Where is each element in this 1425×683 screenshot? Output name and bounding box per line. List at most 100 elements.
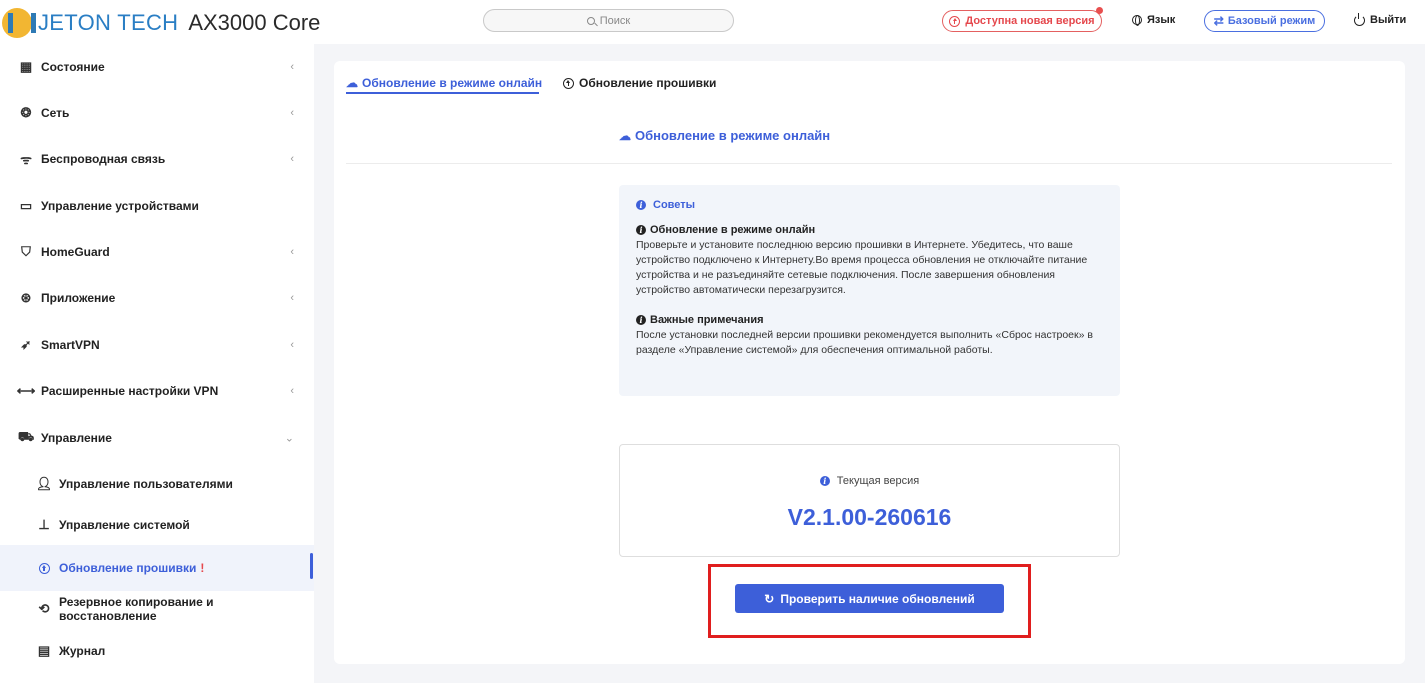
sidebar-item-applications[interactable]: ⊛ Приложение ‹ — [0, 275, 314, 321]
chevron-left-icon: ‹ — [290, 61, 294, 73]
chevron-left-icon: ‹ — [290, 153, 294, 165]
tip-title: i Обновление в режиме онлайн — [636, 224, 1103, 236]
device-model: AX3000 Core — [188, 10, 321, 35]
sidebar-item-firmware-update[interactable]: Обновление прошивки ! — [0, 545, 314, 591]
language-label: Язык — [1147, 14, 1176, 26]
sidebar-item-wireless[interactable]: ᯤ Беспроводная связь ‹ — [0, 136, 314, 182]
network-icon: ❂ — [20, 105, 32, 120]
sidebar-item-management[interactable]: ⛟ Управление ⌄ — [0, 415, 314, 461]
sidebar-item-label: Обновление прошивки — [59, 561, 197, 575]
sidebar-item-label: Беспроводная связь — [41, 152, 166, 166]
current-version-value: V2.1.00-260616 — [787, 504, 952, 530]
tips-box: i Советы i Обновление в режиме онлайн Пр… — [619, 185, 1120, 396]
user-icon: 👤︎ — [35, 476, 53, 491]
active-indicator — [310, 553, 313, 579]
sidebar-item-label: Управление пользователями — [59, 477, 233, 491]
power-icon — [1354, 12, 1365, 26]
sidebar-item-homeguard[interactable]: ⛉ HomeGuard ‹ — [0, 229, 314, 275]
info-icon: i — [819, 476, 830, 486]
chevron-left-icon: ‹ — [290, 107, 294, 119]
sidebar-item-label: Журнал — [59, 644, 106, 658]
sidebar-item-advanced-vpn[interactable]: ⟷ Расширенные настройки VPN ‹ — [0, 368, 314, 414]
sidebar-item-label: Состояние — [41, 60, 105, 74]
refresh-icon: ↻ — [764, 591, 775, 606]
upgrade-icon — [949, 15, 961, 27]
tab-firmware-update[interactable]: Обновление прошивки — [563, 71, 716, 95]
sidebar-item-label: SmartVPN — [41, 338, 100, 352]
restore-icon: ⟲ — [38, 601, 50, 616]
tab-label: Обновление в режиме онлайн — [362, 76, 543, 90]
upgrade-icon — [563, 77, 574, 89]
sidebar-item-device-management[interactable]: ▭ Управление устройствами — [0, 183, 314, 229]
chevron-left-icon: ‹ — [290, 339, 294, 351]
info-icon: i — [636, 225, 646, 235]
divider — [346, 163, 1392, 164]
sidebar-item-smartvpn[interactable]: ➶ SmartVPN ‹ — [0, 322, 314, 368]
logo-icon — [2, 8, 36, 38]
rocket-icon: ➶ — [20, 337, 32, 352]
sidebar-item-label: Приложение — [41, 291, 116, 305]
info-icon: i — [636, 315, 646, 325]
shield-icon: ⛉ — [21, 244, 31, 259]
check-updates-button[interactable]: ↻ Проверить наличие обновлений — [735, 584, 1004, 613]
search-placeholder: Поиск — [599, 14, 631, 27]
check-updates-label: Проверить наличие обновлений — [780, 591, 975, 606]
cloud-icon: ☁︎ — [346, 76, 358, 90]
cloud-icon: ☁︎ — [619, 128, 631, 143]
system-icon: ⊥ — [38, 517, 50, 532]
tip-text: Проверьте и установите последнюю версию … — [636, 239, 1088, 296]
tip-text: После установки последней версии прошивк… — [636, 329, 1093, 356]
sidebar-item-label: Сеть — [41, 106, 70, 120]
new-version-button[interactable]: Доступна новая версия — [942, 7, 1103, 32]
swap-icon: ⇄ — [1213, 14, 1224, 28]
chevron-down-icon: ⌄ — [284, 432, 294, 445]
wifi-icon: ᯤ — [20, 152, 32, 167]
logout-button[interactable]: Выйти — [1354, 12, 1407, 26]
log-icon: ▤ — [37, 643, 51, 658]
search-input[interactable]: Поиск — [483, 9, 734, 32]
chevron-left-icon: ‹ — [290, 385, 294, 397]
tab-label: Обновление прошивки — [579, 76, 717, 90]
toolbox-icon: ⛟ — [17, 429, 35, 444]
tips-heading-text: Советы — [653, 199, 696, 211]
info-icon: i — [636, 200, 646, 210]
sidebar-item-label: Управление устройствами — [41, 199, 199, 213]
chevron-left-icon: ‹ — [290, 246, 294, 258]
dashboard-icon: ▦ — [19, 59, 33, 74]
new-version-label: Доступна новая версия — [965, 15, 1095, 27]
notification-dot — [1096, 7, 1103, 14]
section-title-text: Обновление в режиме онлайн — [635, 128, 831, 143]
section-title: ☁︎ Обновление в режиме онлайн — [619, 128, 830, 143]
app-icon: ⊛ — [20, 290, 32, 305]
sidebar-item-log[interactable]: ▤ Журнал — [0, 628, 314, 674]
tip-title-text: Обновление в режиме онлайн — [650, 224, 816, 236]
search-icon — [586, 16, 595, 25]
tip-title: i Важные примечания — [636, 314, 1103, 326]
basic-mode-button[interactable]: ⇄ Базовый режим — [1204, 10, 1325, 32]
sidebar-item-label: HomeGuard — [41, 245, 110, 259]
current-version-label-text: Текущая версия — [836, 475, 920, 487]
logout-label: Выйти — [1370, 14, 1407, 26]
sidebar-item-backup-restore[interactable]: ⟲ Резервное копирование и восстановление — [0, 586, 314, 632]
current-version-label: i Текущая версия — [620, 475, 1119, 487]
top-bar: JETON TECH AX3000 Core Поиск Доступна но… — [0, 0, 1425, 44]
sidebar-item-system-management[interactable]: ⊥ Управление системой — [0, 502, 314, 548]
logo[interactable]: JETON TECH AX3000 Core — [2, 7, 320, 39]
language-button[interactable]: Язык — [1132, 14, 1175, 26]
alert-badge: ! — [200, 561, 205, 575]
sidebar-item-label: Расширенные настройки VPN — [41, 384, 219, 398]
sidebar-item-label: Управление системой — [59, 518, 190, 532]
sidebar-item-network[interactable]: ❂ Сеть ‹ — [0, 90, 314, 136]
sidebar-item-label: Управление — [41, 431, 112, 445]
tip-title-text: Важные примечания — [650, 314, 764, 326]
sidebar-item-label: Резервное копирование и восстановление — [58, 595, 214, 623]
globe-icon — [1132, 15, 1142, 26]
sidebar-item-status[interactable]: ▦ Состояние ‹ — [0, 44, 314, 90]
chevron-left-icon: ‹ — [290, 292, 294, 304]
sidebar: ▦ Состояние ‹ ❂ Сеть ‹ ᯤ Беспроводная св… — [0, 44, 314, 683]
tips-heading: i Советы — [636, 199, 1103, 211]
devices-icon: ▭ — [19, 198, 33, 213]
basic-mode-label: Базовый режим — [1227, 15, 1316, 27]
active-tab-underline — [346, 92, 539, 94]
sidebar-item-user-management[interactable]: 👤︎ Управление пользователями — [0, 461, 314, 507]
